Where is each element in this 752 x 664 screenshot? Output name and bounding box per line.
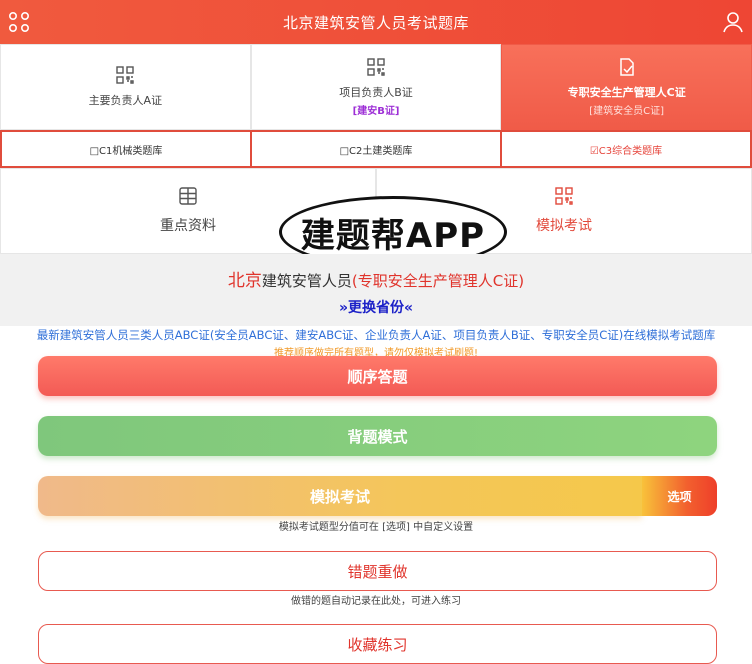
sequential-practice-button[interactable]: 顺序答题 [38,356,717,396]
menu-icon[interactable] [8,11,30,33]
promo-link[interactable]: 最新建筑安管人员三类人员ABC证(安全员ABC证、建安ABC证、企业负责人A证、… [0,327,752,343]
page-title: 北京建筑安管人员考试题库 [282,13,469,32]
mock-exam-button[interactable]: 模拟考试 [38,476,642,516]
favorites-button[interactable]: 收藏练习 [38,624,717,664]
qr-code-icon [555,187,573,205]
province-city: 北京 [227,271,262,291]
qr-code-icon [367,57,385,76]
user-icon[interactable] [722,11,744,33]
exam-options-button[interactable]: 选项 [642,476,717,516]
province-cert: (专职安全生产管理人C证) [351,272,525,290]
mock-exam-label: 模拟考试 [536,218,592,234]
wrong-note: 做错的题自动记录在此处，可进入练习 [291,596,461,607]
change-province-link[interactable]: »更换省份« [0,297,752,317]
category-c2[interactable]: □C2土建类题库 [252,130,502,168]
category-c3[interactable]: ☑C3综合类题库 [502,130,752,168]
app-header: 北京建筑安管人员考试题库 [0,0,752,44]
cert-tab-label: 专职安全生产管理人C证 [567,85,686,99]
list-grid-icon [179,187,197,205]
key-materials-label: 重点资料 [160,218,216,234]
category-tabs: □C1机械类题库 □C2土建类题库 ☑C3综合类题库 [0,130,752,168]
cert-tab-c[interactable]: 专职安全生产管理人C证 [建筑安全员C证] [501,44,752,130]
cert-tabs: 主要负责人A证 项目负责人B证 [建安B证] 专职安全生产管理人C证 [建筑安全… [0,44,752,130]
wrong-questions-button[interactable]: 错题重做 [38,551,717,591]
cert-tab-a[interactable]: 主要负责人A证 [0,44,251,130]
memorize-mode-button[interactable]: 背题模式 [38,416,717,456]
qr-code-icon [116,66,135,84]
cert-tab-sublabel: [建筑安全员C证] [589,105,665,117]
cert-tab-b[interactable]: 项目负责人B证 [建安B证] [250,44,502,130]
province-line: 北京建筑安管人员(专职安全生产管理人C证) [0,266,752,291]
cert-tab-label: 主要负责人A证 [88,94,163,107]
cert-tab-label: 项目负责人B证 [339,85,413,99]
exam-note: 模拟考试题型分值可在 [选项] 中自定义设置 [278,522,474,533]
document-edit-icon [619,57,634,76]
province-role: 建筑安管人员 [261,272,352,290]
province-panel: 北京建筑安管人员(专职安全生产管理人C证) »更换省份« [0,254,752,326]
category-c1[interactable]: □C1机械类题库 [0,130,252,168]
cert-tab-sublabel: [建安B证] [352,105,400,117]
